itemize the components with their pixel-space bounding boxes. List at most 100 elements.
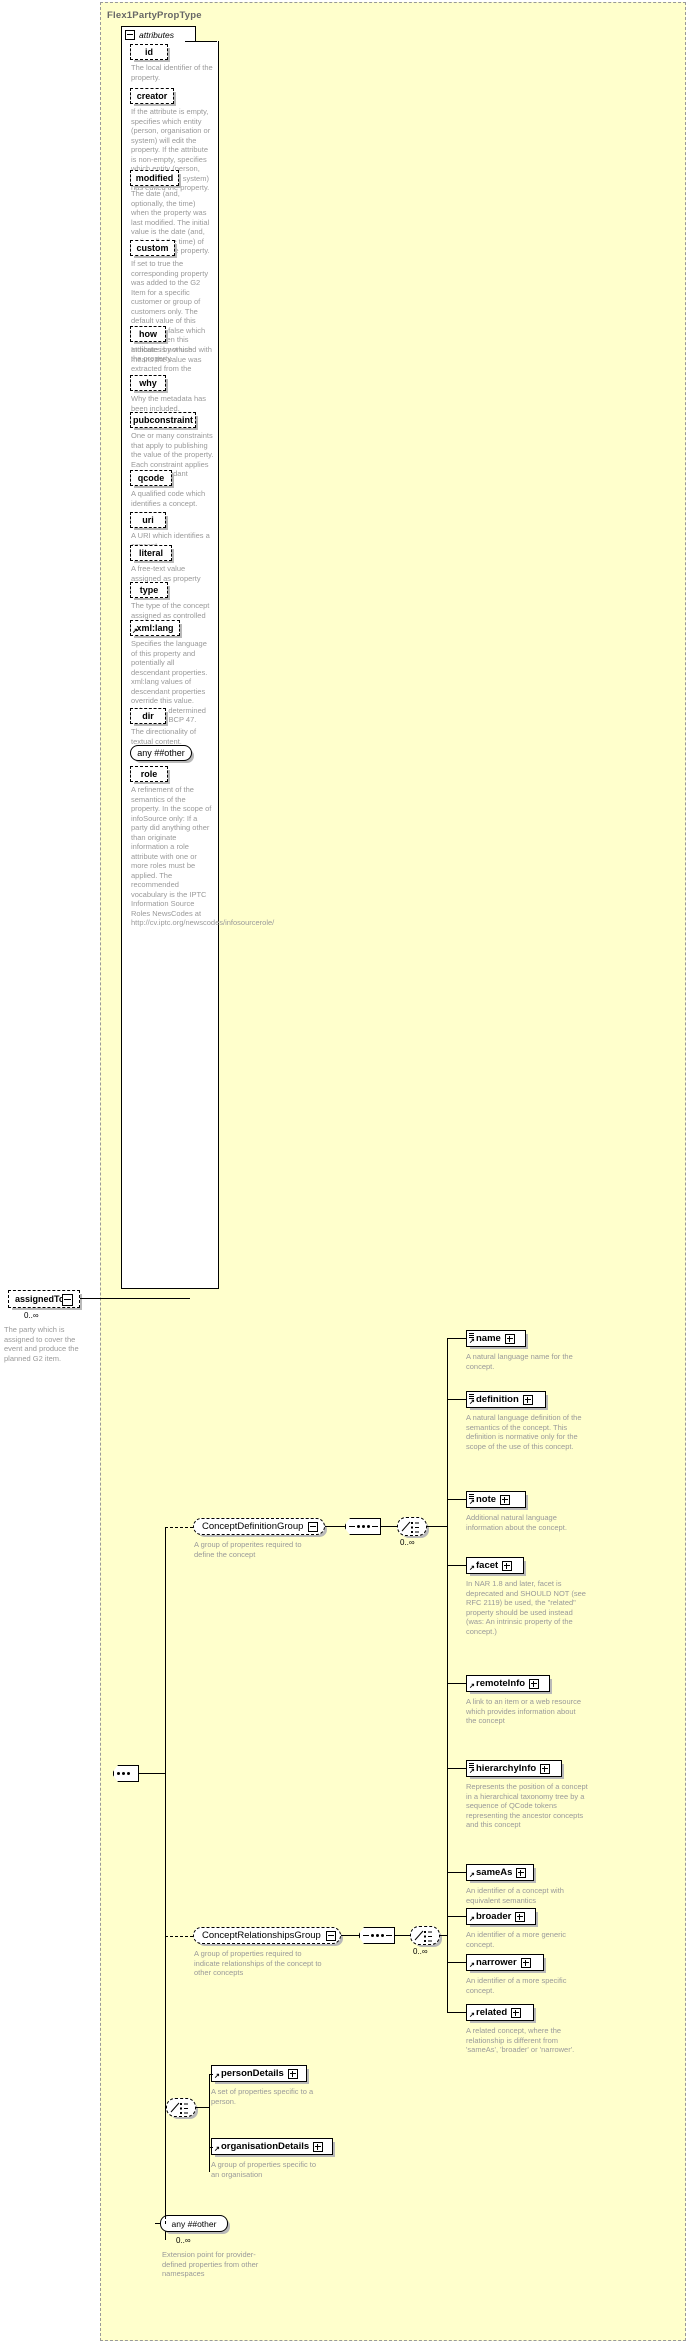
- attribute-label: qcode: [137, 473, 165, 483]
- connector-trunk-to-relationships-group: [165, 1936, 193, 1937]
- details-choice-symbol[interactable]: [166, 2098, 196, 2117]
- element-ref-arrow-icon: ↗: [469, 1916, 475, 1923]
- element-label: any ##other: [171, 2218, 217, 2229]
- element-expand-icon[interactable]: [500, 1494, 511, 1505]
- element-label: facet: [476, 1560, 499, 1571]
- attribute-node-custom[interactable]: custom: [130, 240, 175, 256]
- element-node-note[interactable]: ↗ note: [466, 1491, 526, 1508]
- element-expand-icon[interactable]: [540, 1763, 551, 1774]
- element-ref-arrow-icon: ↗: [469, 1565, 475, 1572]
- connector-branch-remote-info: [447, 1683, 466, 1684]
- connector-branch-narrower: [447, 1962, 466, 1963]
- element-node-definition[interactable]: ↗ definition: [466, 1391, 546, 1408]
- element-doc-hierarchy-info: Represents the position of a concept in …: [466, 1782, 588, 1829]
- element-node-name[interactable]: ↗ name: [466, 1330, 526, 1347]
- attribute-node-literal[interactable]: literal: [130, 545, 172, 561]
- element-expand-icon[interactable]: [516, 1867, 527, 1878]
- attribute-node-xml-lang[interactable]: ↗ xml:lang: [130, 620, 180, 636]
- attribute-node-qcode[interactable]: qcode: [130, 470, 172, 486]
- attribute-label: any ##other: [137, 748, 185, 758]
- element-label: hierarchyInfo: [476, 1763, 537, 1774]
- sequence-icon: [469, 1394, 474, 1399]
- element-node-narrower[interactable]: ↗ narrower: [466, 1954, 544, 1971]
- attribute-node-id[interactable]: id: [130, 44, 168, 60]
- attribute-label: role: [140, 769, 158, 779]
- content-model-sequence-symbol[interactable]: [113, 1765, 139, 1782]
- attribute-node-dir[interactable]: dir: [130, 708, 166, 724]
- element-ref-arrow-icon: ↗: [469, 1499, 475, 1506]
- element-label: remoteInfo: [476, 1678, 526, 1689]
- element-expand-icon[interactable]: [504, 1333, 515, 1344]
- element-expand-icon[interactable]: [511, 2007, 522, 2018]
- attribute-label: id: [145, 47, 153, 57]
- connector-relgroup-choice: [395, 1935, 410, 1936]
- attribute-label: literal: [138, 548, 163, 558]
- attribute-node-role[interactable]: role: [130, 766, 168, 782]
- definition-group-cardinality: 0..∞: [400, 1538, 415, 1547]
- element-expand-icon[interactable]: [520, 1957, 531, 1968]
- connector-defgroup-choice: [381, 1526, 397, 1527]
- connector-branch-related: [447, 2012, 466, 2013]
- attribute-node-how[interactable]: how: [130, 326, 166, 342]
- relationships-group-choice-symbol[interactable]: [410, 1926, 440, 1945]
- element-expand-icon[interactable]: [529, 1678, 540, 1689]
- element-node-broader[interactable]: ↗ broader: [466, 1908, 536, 1925]
- connector-branch-hierarchy-info: [447, 1768, 466, 1769]
- element-ref-arrow-icon: ↗: [469, 1872, 475, 1879]
- element-expand-icon[interactable]: [287, 2068, 298, 2079]
- type-panel-title: Flex1PartyPropType: [107, 10, 202, 21]
- group-collapse-icon[interactable]: [308, 1521, 319, 1532]
- connector-details-choice-out: [196, 2107, 209, 2108]
- element-expand-icon[interactable]: [522, 1394, 533, 1405]
- element-label: sameAs: [476, 1867, 513, 1878]
- connector-sequence-out: [139, 1773, 165, 1774]
- element-label: narrower: [476, 1957, 517, 1968]
- attribute-node-uri[interactable]: uri: [130, 512, 166, 528]
- connector-relgroup-seq: [341, 1935, 359, 1936]
- element-node-organisation-details[interactable]: ↗ organisationDetails: [211, 2138, 333, 2155]
- element-expand-icon[interactable]: [502, 1560, 513, 1571]
- group-node-concept-relationships[interactable]: ConceptRelationshipsGroup: [193, 1927, 341, 1944]
- attribute-node-why[interactable]: why: [130, 375, 166, 391]
- element-node-facet[interactable]: ↗ facet: [466, 1557, 524, 1574]
- any-other-doc: Extension point for provider-defined pro…: [162, 2250, 259, 2278]
- connector-branch-definition: [447, 1399, 466, 1400]
- element-expand-icon[interactable]: [313, 2141, 324, 2152]
- connector-relchoice-to-branch: [440, 1935, 447, 1936]
- attribute-node-modified[interactable]: modified: [130, 170, 179, 186]
- connector-defgroup-branch-trunk: [447, 1338, 448, 1936]
- group-collapse-icon[interactable]: [325, 1930, 336, 1941]
- group-doc-concept-relationships: A group of properties required to indica…: [194, 1949, 322, 1977]
- relationships-group-sequence-symbol[interactable]: [359, 1927, 395, 1944]
- assigned-to-expand-icon[interactable]: [62, 1294, 73, 1306]
- element-node-remote-info[interactable]: ↗ remoteInfo: [466, 1675, 550, 1692]
- definition-group-choice-symbol[interactable]: [397, 1517, 427, 1536]
- sequence-icon: [469, 1333, 474, 1338]
- attributes-compartment-header[interactable]: attributes: [121, 26, 196, 42]
- group-label: ConceptDefinitionGroup: [202, 1521, 304, 1532]
- element-doc-narrower: An identifier of a more specific concept…: [466, 1976, 567, 1995]
- element-label: definition: [476, 1394, 519, 1405]
- definition-group-sequence-symbol[interactable]: [345, 1518, 381, 1535]
- attribute-node-pubconstraint[interactable]: pubconstraint: [130, 412, 196, 428]
- element-ref-arrow-icon: ↗: [469, 1683, 475, 1690]
- attribute-label: type: [139, 585, 159, 595]
- element-ref-arrow-icon: ↗: [469, 1399, 475, 1406]
- element-node-any-other-extension[interactable]: any ##other: [160, 2215, 228, 2232]
- element-expand-icon[interactable]: [515, 1911, 526, 1922]
- attribute-node-type[interactable]: type: [130, 582, 168, 598]
- element-ref-arrow-icon: ↗: [469, 1768, 475, 1775]
- element-node-person-details[interactable]: ↗ personDetails: [211, 2065, 307, 2082]
- attributes-collapse-icon[interactable]: [125, 29, 135, 40]
- attribute-label: custom: [136, 243, 169, 253]
- attribute-label: modified: [135, 173, 174, 183]
- element-node-hierarchy-info[interactable]: ↗ hierarchyInfo: [466, 1760, 562, 1777]
- element-ref-arrow-icon: ↗: [469, 1962, 475, 1969]
- group-node-concept-definition[interactable]: ConceptDefinitionGroup: [193, 1518, 325, 1535]
- attribute-node-creator[interactable]: creator: [130, 88, 174, 104]
- attribute-ref-arrow-icon: ↗: [132, 628, 138, 635]
- element-node-same-as[interactable]: ↗ sameAs: [466, 1864, 534, 1881]
- attribute-node-any-other[interactable]: any ##other: [130, 745, 192, 761]
- element-node-related[interactable]: ↗ related: [466, 2004, 534, 2021]
- schema-diagram-canvas: Flex1PartyPropType attributes id The loc…: [0, 0, 686, 2343]
